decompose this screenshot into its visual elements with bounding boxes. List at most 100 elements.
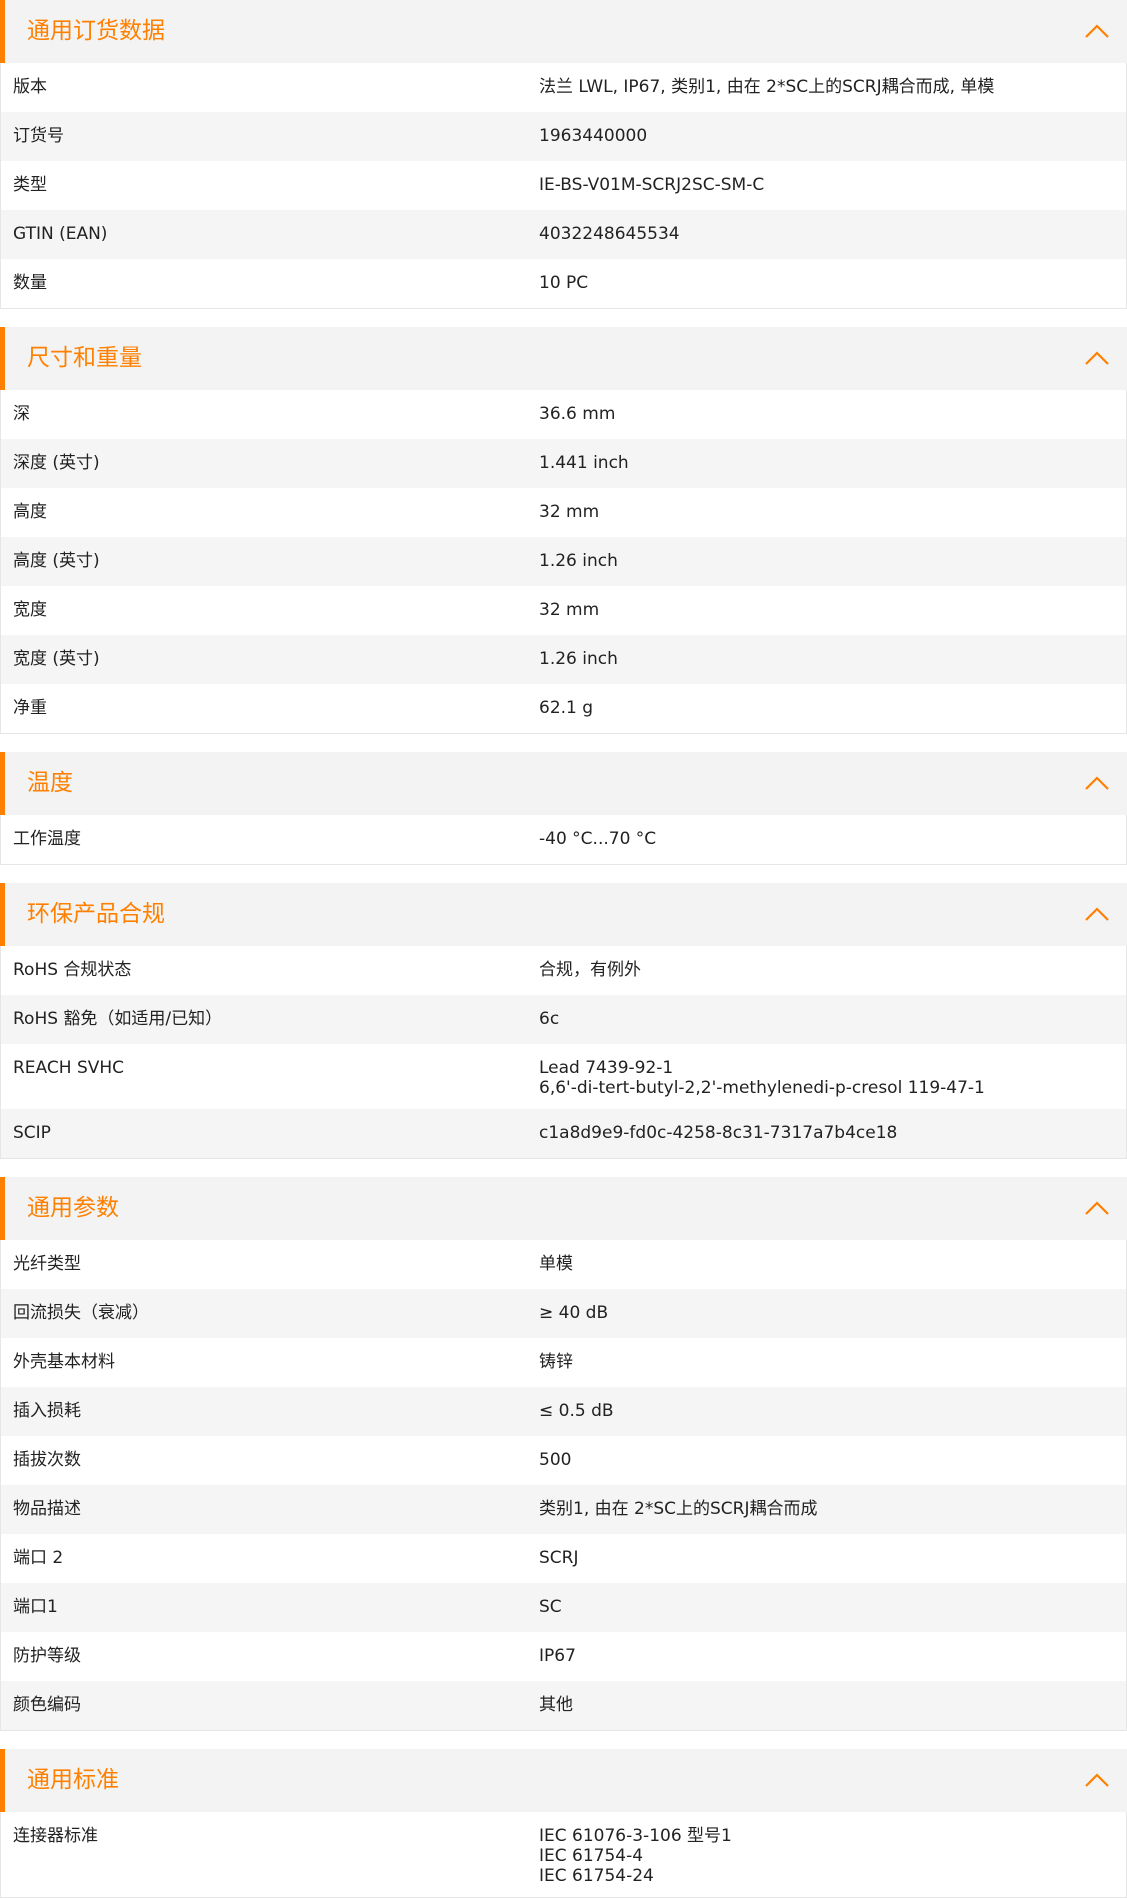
- spec-row: 工作温度 -40 °C...70 °C: [1, 815, 1126, 864]
- spec-label: 数量: [13, 273, 47, 293]
- spec-row: 端口 2 SCRJ: [1, 1534, 1126, 1583]
- spec-row: 订货号 1963440000: [1, 112, 1126, 161]
- spec-table: 深 36.6 mm 深度 (英寸) 1.441 inch 高度 32 mm 高度 (英…: [0, 390, 1127, 734]
- section-header[interactable]: 温度: [0, 752, 1127, 815]
- spec-table: 版本 法兰 LWL, IP67, 类别1, 由在 2*SC上的SCRJ耦合而成, …: [0, 63, 1127, 309]
- spec-value: 36.6 mm: [539, 404, 616, 424]
- section-header[interactable]: 通用参数: [0, 1177, 1127, 1240]
- spec-value: ≥ 40 dB: [539, 1303, 609, 1323]
- section-title: 温度: [27, 770, 73, 796]
- spec-label: 外壳基本材料: [13, 1352, 115, 1372]
- spec-row: 物品描述 类别1, 由在 2*SC上的SCRJ耦合而成: [1, 1485, 1126, 1534]
- spec-label: 净重: [13, 698, 47, 718]
- section: 通用参数 光纤类型 单模 回流损失（衰减） ≥ 40 dB 外壳基本材料 铸锌 插入损…: [0, 1177, 1127, 1731]
- chevron-up-icon[interactable]: [1083, 347, 1111, 369]
- spec-value: 1.441 inch: [539, 453, 629, 473]
- spec-row: 端口1 SC: [1, 1583, 1126, 1632]
- spec-label: 回流损失（衰减）: [13, 1303, 149, 1323]
- spec-label: RoHS 合规状态: [13, 960, 132, 980]
- spec-table: 光纤类型 单模 回流损失（衰减） ≥ 40 dB 外壳基本材料 铸锌 插入损耗 ≤ 0.…: [0, 1240, 1127, 1731]
- spec-value: c1a8d9e9-fd0c-4258-8c31-7317a7b4ce18: [539, 1123, 898, 1143]
- spec-label: REACH SVHC: [13, 1058, 125, 1078]
- spec-value: 法兰 LWL, IP67, 类别1, 由在 2*SC上的SCRJ耦合而成, 单模: [539, 77, 995, 97]
- spec-row: REACH SVHC Lead 7439-92-1 6,6'-di-tert-bu…: [1, 1044, 1126, 1109]
- spec-table: 连接器标准 IEC 61076-3-106 型号1 IEC 61754-4 IEC…: [0, 1812, 1127, 1898]
- spec-row: 外壳基本材料 铸锌: [1, 1338, 1126, 1387]
- chevron-up-icon[interactable]: [1083, 20, 1111, 42]
- spec-value: 10 PC: [539, 273, 589, 293]
- section-header[interactable]: 环保产品合规: [0, 883, 1127, 946]
- spec-value: 合规，有例外: [539, 960, 641, 980]
- spec-label: 高度: [13, 502, 47, 522]
- spec-label: 光纤类型: [13, 1254, 81, 1274]
- section: 温度 工作温度 -40 °C...70 °C: [0, 752, 1127, 865]
- spec-row: RoHS 豁免（如适用/已知） 6c: [1, 995, 1126, 1044]
- spec-row: 深 36.6 mm: [1, 390, 1126, 439]
- spec-value: SCRJ: [539, 1548, 579, 1568]
- spec-label: 订货号: [13, 126, 64, 146]
- chevron-up-icon[interactable]: [1083, 772, 1111, 794]
- spec-label: 端口 2: [13, 1548, 64, 1568]
- spec-row: 颜色编码 其他: [1, 1681, 1126, 1730]
- section-title: 尺寸和重量: [27, 345, 142, 371]
- spec-value: IP67: [539, 1646, 576, 1666]
- section-header[interactable]: 尺寸和重量: [0, 327, 1127, 390]
- spec-row: 深度 (英寸) 1.441 inch: [1, 439, 1126, 488]
- section-header[interactable]: 通用订货数据: [0, 0, 1127, 63]
- spec-row: 高度 32 mm: [1, 488, 1126, 537]
- spec-row: SCIP c1a8d9e9-fd0c-4258-8c31-7317a7b4ce18: [1, 1109, 1126, 1158]
- section-title: 通用参数: [27, 1195, 119, 1221]
- spec-row: 插拔次数 500: [1, 1436, 1126, 1485]
- spec-value: IEC 61076-3-106 型号1 IEC 61754-4 IEC 6175…: [539, 1826, 732, 1886]
- spec-label: SCIP: [13, 1123, 51, 1143]
- spec-label: 插入损耗: [13, 1401, 81, 1421]
- spec-value: 1.26 inch: [539, 649, 618, 669]
- spec-table: 工作温度 -40 °C...70 °C: [0, 815, 1127, 865]
- spec-value: ≤ 0.5 dB: [539, 1401, 614, 1421]
- chevron-up-icon[interactable]: [1083, 1769, 1111, 1791]
- spec-row: 版本 法兰 LWL, IP67, 类别1, 由在 2*SC上的SCRJ耦合而成, …: [1, 63, 1126, 112]
- section-header[interactable]: 通用标准: [0, 1749, 1127, 1812]
- chevron-up-icon[interactable]: [1083, 903, 1111, 925]
- spec-value: 32 mm: [539, 600, 600, 620]
- spec-row: 插入损耗 ≤ 0.5 dB: [1, 1387, 1126, 1436]
- spec-row: 宽度 (英寸) 1.26 inch: [1, 635, 1126, 684]
- spec-label: 颜色编码: [13, 1695, 81, 1715]
- section-title: 通用标准: [27, 1767, 119, 1793]
- spec-value: SC: [539, 1597, 562, 1617]
- section: 通用标准 连接器标准 IEC 61076-3-106 型号1 IEC 61754-…: [0, 1749, 1127, 1898]
- section: 环保产品合规 RoHS 合规状态 合规，有例外 RoHS 豁免（如适用/已知） 6c…: [0, 883, 1127, 1159]
- spec-value: 6c: [539, 1009, 560, 1029]
- section-title: 通用订货数据: [27, 18, 165, 44]
- product-spec-page: 通用订货数据 版本 法兰 LWL, IP67, 类别1, 由在 2*SC上的SCR…: [0, 0, 1127, 1898]
- spec-value: 500: [539, 1450, 572, 1470]
- spec-value: 单模: [539, 1254, 573, 1274]
- spec-row: 连接器标准 IEC 61076-3-106 型号1 IEC 61754-4 IEC…: [1, 1812, 1126, 1897]
- spec-label: RoHS 豁免（如适用/已知）: [13, 1009, 223, 1029]
- spec-value: IE-BS-V01M-SCRJ2SC-SM-C: [539, 175, 765, 195]
- spec-value: Lead 7439-92-1 6,6'-di-tert-butyl-2,2'-m…: [539, 1058, 985, 1098]
- spec-row: 回流损失（衰减） ≥ 40 dB: [1, 1289, 1126, 1338]
- spec-label: 端口1: [13, 1597, 58, 1617]
- section-title: 环保产品合规: [27, 901, 165, 927]
- spec-value: 其他: [539, 1695, 573, 1715]
- spec-label: 深: [13, 404, 30, 424]
- spec-value: 1963440000: [539, 126, 648, 146]
- spec-label: 深度 (英寸): [13, 453, 100, 473]
- spec-label: 工作温度: [13, 829, 81, 849]
- spec-label: 宽度: [13, 600, 47, 620]
- spec-row: 高度 (英寸) 1.26 inch: [1, 537, 1126, 586]
- spec-value: 类别1, 由在 2*SC上的SCRJ耦合而成: [539, 1499, 818, 1519]
- spec-label: 类型: [13, 175, 47, 195]
- spec-label: 防护等级: [13, 1646, 81, 1666]
- spec-value: 4032248645534: [539, 224, 680, 244]
- section: 尺寸和重量 深 36.6 mm 深度 (英寸) 1.441 inch 高度 32 mm…: [0, 327, 1127, 734]
- spec-row: RoHS 合规状态 合规，有例外: [1, 946, 1126, 995]
- spec-label: 连接器标准: [13, 1826, 98, 1846]
- spec-label: 宽度 (英寸): [13, 649, 100, 669]
- spec-label: 插拔次数: [13, 1450, 81, 1470]
- chevron-up-icon[interactable]: [1083, 1197, 1111, 1219]
- spec-value: 62.1 g: [539, 698, 594, 718]
- section: 通用订货数据 版本 法兰 LWL, IP67, 类别1, 由在 2*SC上的SCR…: [0, 0, 1127, 309]
- spec-row: 防护等级 IP67: [1, 1632, 1126, 1681]
